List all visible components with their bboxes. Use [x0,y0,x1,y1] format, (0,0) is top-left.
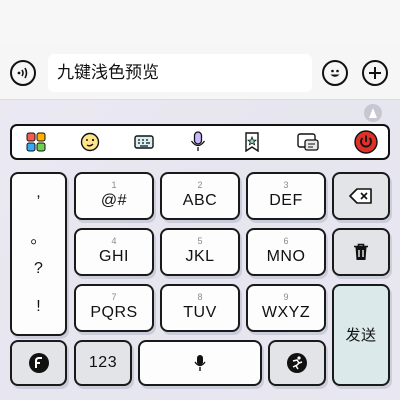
bookmark-star-icon [245,132,259,152]
microphone-icon [190,131,206,151]
numbers-key[interactable]: 123 [74,340,132,386]
toolbar-apps[interactable] [18,126,54,158]
key-1-label: @# [100,191,128,209]
punct-exclaim[interactable]: ! [12,298,65,316]
key-5-number: 5 [197,235,203,246]
keyboard: , 。 ? ! 1 @# 2 ABC 3 DEF 4 GHI 5 JKL 6 M… [0,100,400,400]
keyboard-mode-badge[interactable] [364,104,382,122]
send-key[interactable]: 发送 [332,284,390,386]
emoji-face-icon [80,132,100,152]
key-2-number: 2 [197,179,203,190]
key-9-label: WXYZ [261,303,311,321]
key-6[interactable]: 6 MNO [246,228,326,276]
key-3-label: DEF [269,191,303,209]
symbol-key[interactable] [10,340,67,386]
key-7[interactable]: 7 PQRS [74,284,154,332]
sound-wave-icon [17,67,28,79]
punct-period[interactable]: 。 [12,224,65,248]
key-7-number: 7 [111,291,117,302]
key-8-label: TUV [183,303,217,321]
runner-logo-icon [287,353,307,373]
punct-comma[interactable]: , [12,184,65,202]
key-4[interactable]: 4 GHI [74,228,154,276]
key-2[interactable]: 2 ABC [160,172,240,220]
plus-icon [369,67,381,79]
numbers-label: 123 [88,354,118,371]
letter-a-icon [369,108,377,118]
microphone-icon [194,355,206,371]
power-icon [354,130,378,154]
key-6-label: MNO [266,247,306,265]
punct-question[interactable]: ? [12,260,65,278]
toolbar-favorites[interactable] [234,126,270,158]
toolbar-keyboard[interactable] [126,126,162,158]
key-1-number: 1 [111,179,117,190]
apps-icon [26,132,46,152]
key-3-number: 3 [283,179,289,190]
punctuation-column[interactable]: , 。 ? ! [10,172,67,336]
key-5[interactable]: 5 JKL [160,228,240,276]
key-7-label: PQRS [90,303,138,321]
language-key[interactable] [268,340,326,386]
emoji-button[interactable] [322,60,348,86]
key-8-number: 8 [197,291,203,302]
key-2-label: ABC [182,191,218,209]
status-area [0,0,400,46]
keyboard-icon [134,135,154,149]
key-9[interactable]: 9 WXYZ [246,284,326,332]
backspace-key[interactable] [332,172,390,220]
send-label: 发送 [345,326,377,344]
more-button[interactable] [362,60,388,86]
voice-input-button[interactable] [10,60,36,86]
key-8[interactable]: 8 TUV [160,284,240,332]
toolbar-power[interactable] [348,126,384,158]
toolbar-clipboard[interactable] [290,126,326,158]
key-1[interactable]: 1 @# [74,172,154,220]
smiley-icon [330,69,340,77]
clear-key[interactable] [332,228,390,276]
trash-icon [354,243,368,260]
space-key[interactable] [138,340,262,386]
key-5-label: JKL [185,247,215,265]
key-4-number: 4 [111,235,117,246]
key-6-number: 6 [283,235,289,246]
toolbar-voice[interactable] [180,126,216,158]
key-4-label: GHI [99,247,129,265]
message-input[interactable]: 九键浅色预览 [48,54,312,92]
chat-input-bar: 九键浅色预览 [0,46,400,100]
backspace-icon [349,188,372,204]
keyboard-toolbar [10,124,390,160]
symbol-logo-icon [28,353,49,373]
key-9-number: 9 [283,291,289,302]
toolbar-emoji[interactable] [72,126,108,158]
clipboard-icon [297,133,319,151]
key-3[interactable]: 3 DEF [246,172,326,220]
